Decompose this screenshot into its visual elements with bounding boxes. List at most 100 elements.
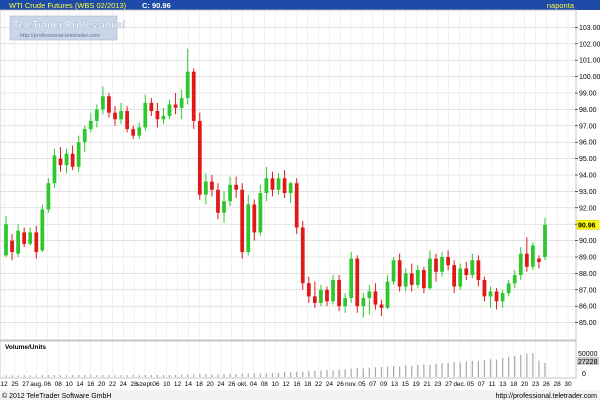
volume-bar bbox=[338, 369, 340, 377]
footer-url: http://professional.teletrader.com bbox=[495, 393, 597, 400]
y-axis-labels: 85.0086.0087.0088.0089.0090.0091.0092.00… bbox=[575, 25, 600, 327]
candle-body bbox=[228, 184, 232, 202]
candle-body bbox=[361, 298, 366, 307]
x-tick-label: 24 bbox=[120, 381, 128, 388]
y-tick-label: 103.00 bbox=[579, 25, 600, 32]
candle-body bbox=[319, 289, 323, 303]
volume-bar bbox=[229, 373, 231, 377]
candle-body bbox=[337, 279, 341, 307]
volume-bar bbox=[211, 374, 213, 377]
volume-panel bbox=[0, 340, 577, 379]
candle-body bbox=[397, 260, 402, 287]
candle-body bbox=[94, 109, 99, 121]
y-tick-label: 96.00 bbox=[579, 140, 597, 147]
candle-body bbox=[488, 291, 493, 297]
candle-body bbox=[506, 283, 511, 294]
volume-bar bbox=[405, 365, 407, 377]
volume-bar bbox=[526, 353, 528, 377]
candle-body bbox=[88, 120, 93, 130]
volume-bar bbox=[84, 374, 86, 377]
volume-bar bbox=[59, 375, 62, 377]
volume-bar bbox=[144, 374, 146, 377]
x-tick-label: 06 bbox=[44, 381, 52, 388]
candle-body bbox=[300, 227, 305, 284]
x-tick-label: 10 bbox=[163, 381, 171, 388]
candle-body bbox=[379, 304, 384, 308]
candle-body bbox=[64, 153, 69, 166]
volume-bar bbox=[199, 374, 201, 377]
y-tick-label: 102.00 bbox=[579, 41, 600, 48]
volume-bar bbox=[417, 364, 419, 377]
x-tick-label: aug. bbox=[30, 381, 43, 388]
x-tick-label: 26 bbox=[337, 381, 345, 388]
x-tick-label: 28 bbox=[554, 381, 562, 388]
candle-body bbox=[385, 281, 390, 308]
y-tick-label: 87.00 bbox=[579, 287, 597, 294]
volume-bar bbox=[96, 375, 98, 377]
volume-bar bbox=[53, 375, 56, 377]
current-price-value: 90.96 bbox=[578, 222, 596, 229]
volume-bar bbox=[120, 375, 122, 377]
x-tick-label: 15 bbox=[402, 381, 410, 388]
x-tick-label: szept. bbox=[136, 381, 154, 388]
candle-body bbox=[28, 232, 33, 244]
x-tick-label: 14 bbox=[76, 381, 84, 388]
candle-body bbox=[167, 104, 172, 116]
volume-bar bbox=[223, 373, 225, 377]
volume-bar bbox=[453, 362, 455, 377]
candle-body bbox=[391, 260, 396, 282]
candle-body bbox=[203, 181, 208, 195]
volume-bar bbox=[447, 362, 449, 377]
volume-bar bbox=[374, 367, 377, 377]
volume-bar bbox=[465, 361, 467, 377]
volume-bar bbox=[495, 359, 498, 377]
candle-body bbox=[113, 112, 117, 120]
candle-body bbox=[421, 270, 426, 289]
candle-body bbox=[464, 268, 469, 276]
volume-bar bbox=[296, 371, 298, 377]
x-tick-label: 16 bbox=[293, 381, 301, 388]
candle-body bbox=[531, 245, 535, 267]
y-tick-label: 98.00 bbox=[579, 107, 597, 114]
candle-body bbox=[252, 204, 257, 233]
x-tick-label: 26 bbox=[543, 381, 551, 388]
volume-bar bbox=[514, 355, 516, 377]
volume-bar bbox=[193, 374, 195, 377]
y-tick-label: 99.00 bbox=[579, 91, 597, 98]
x-tick-label: 24 bbox=[217, 381, 225, 388]
volume-tick-zero: 0 bbox=[582, 371, 586, 378]
teletrader-logo: TeleTrader Professional http://professio… bbox=[9, 15, 126, 41]
candle-body bbox=[46, 183, 51, 210]
x-tick-label: 12 bbox=[174, 381, 182, 388]
volume-bar bbox=[350, 368, 352, 377]
volume-bar bbox=[471, 360, 473, 377]
candle-body bbox=[197, 120, 202, 195]
candle-body bbox=[161, 115, 166, 120]
volume-bar bbox=[235, 374, 237, 377]
candle-body bbox=[288, 183, 293, 194]
x-axis-labels: 12 25 27 aug. 06 08 10 14 16 20 22 24 28szept.06 10 12… bbox=[0, 381, 572, 388]
candle-body bbox=[452, 265, 457, 287]
x-tick-label: 05 bbox=[358, 381, 366, 388]
x-tick-label: 13 bbox=[499, 381, 507, 388]
candle-body bbox=[446, 257, 450, 266]
candle-body bbox=[458, 268, 463, 287]
volume-bar bbox=[441, 363, 443, 377]
candle-body bbox=[537, 258, 541, 262]
x-tick-label: 16 bbox=[87, 381, 95, 388]
candle-body bbox=[179, 97, 184, 108]
y-tick-label: 89.00 bbox=[579, 255, 597, 262]
candle-body bbox=[367, 291, 372, 298]
x-tick-label: 30 bbox=[564, 381, 572, 388]
volume-bar bbox=[283, 372, 286, 377]
candle-body bbox=[524, 253, 529, 267]
y-tick-label: 95.00 bbox=[579, 156, 597, 163]
candle-body bbox=[143, 102, 148, 128]
volume-bar bbox=[168, 374, 171, 377]
candle-body bbox=[325, 289, 329, 302]
candle-body bbox=[246, 204, 251, 253]
volume-bar bbox=[320, 370, 322, 377]
volume-bar bbox=[102, 375, 104, 377]
candle-body bbox=[76, 142, 81, 167]
volume-bar bbox=[35, 375, 37, 377]
